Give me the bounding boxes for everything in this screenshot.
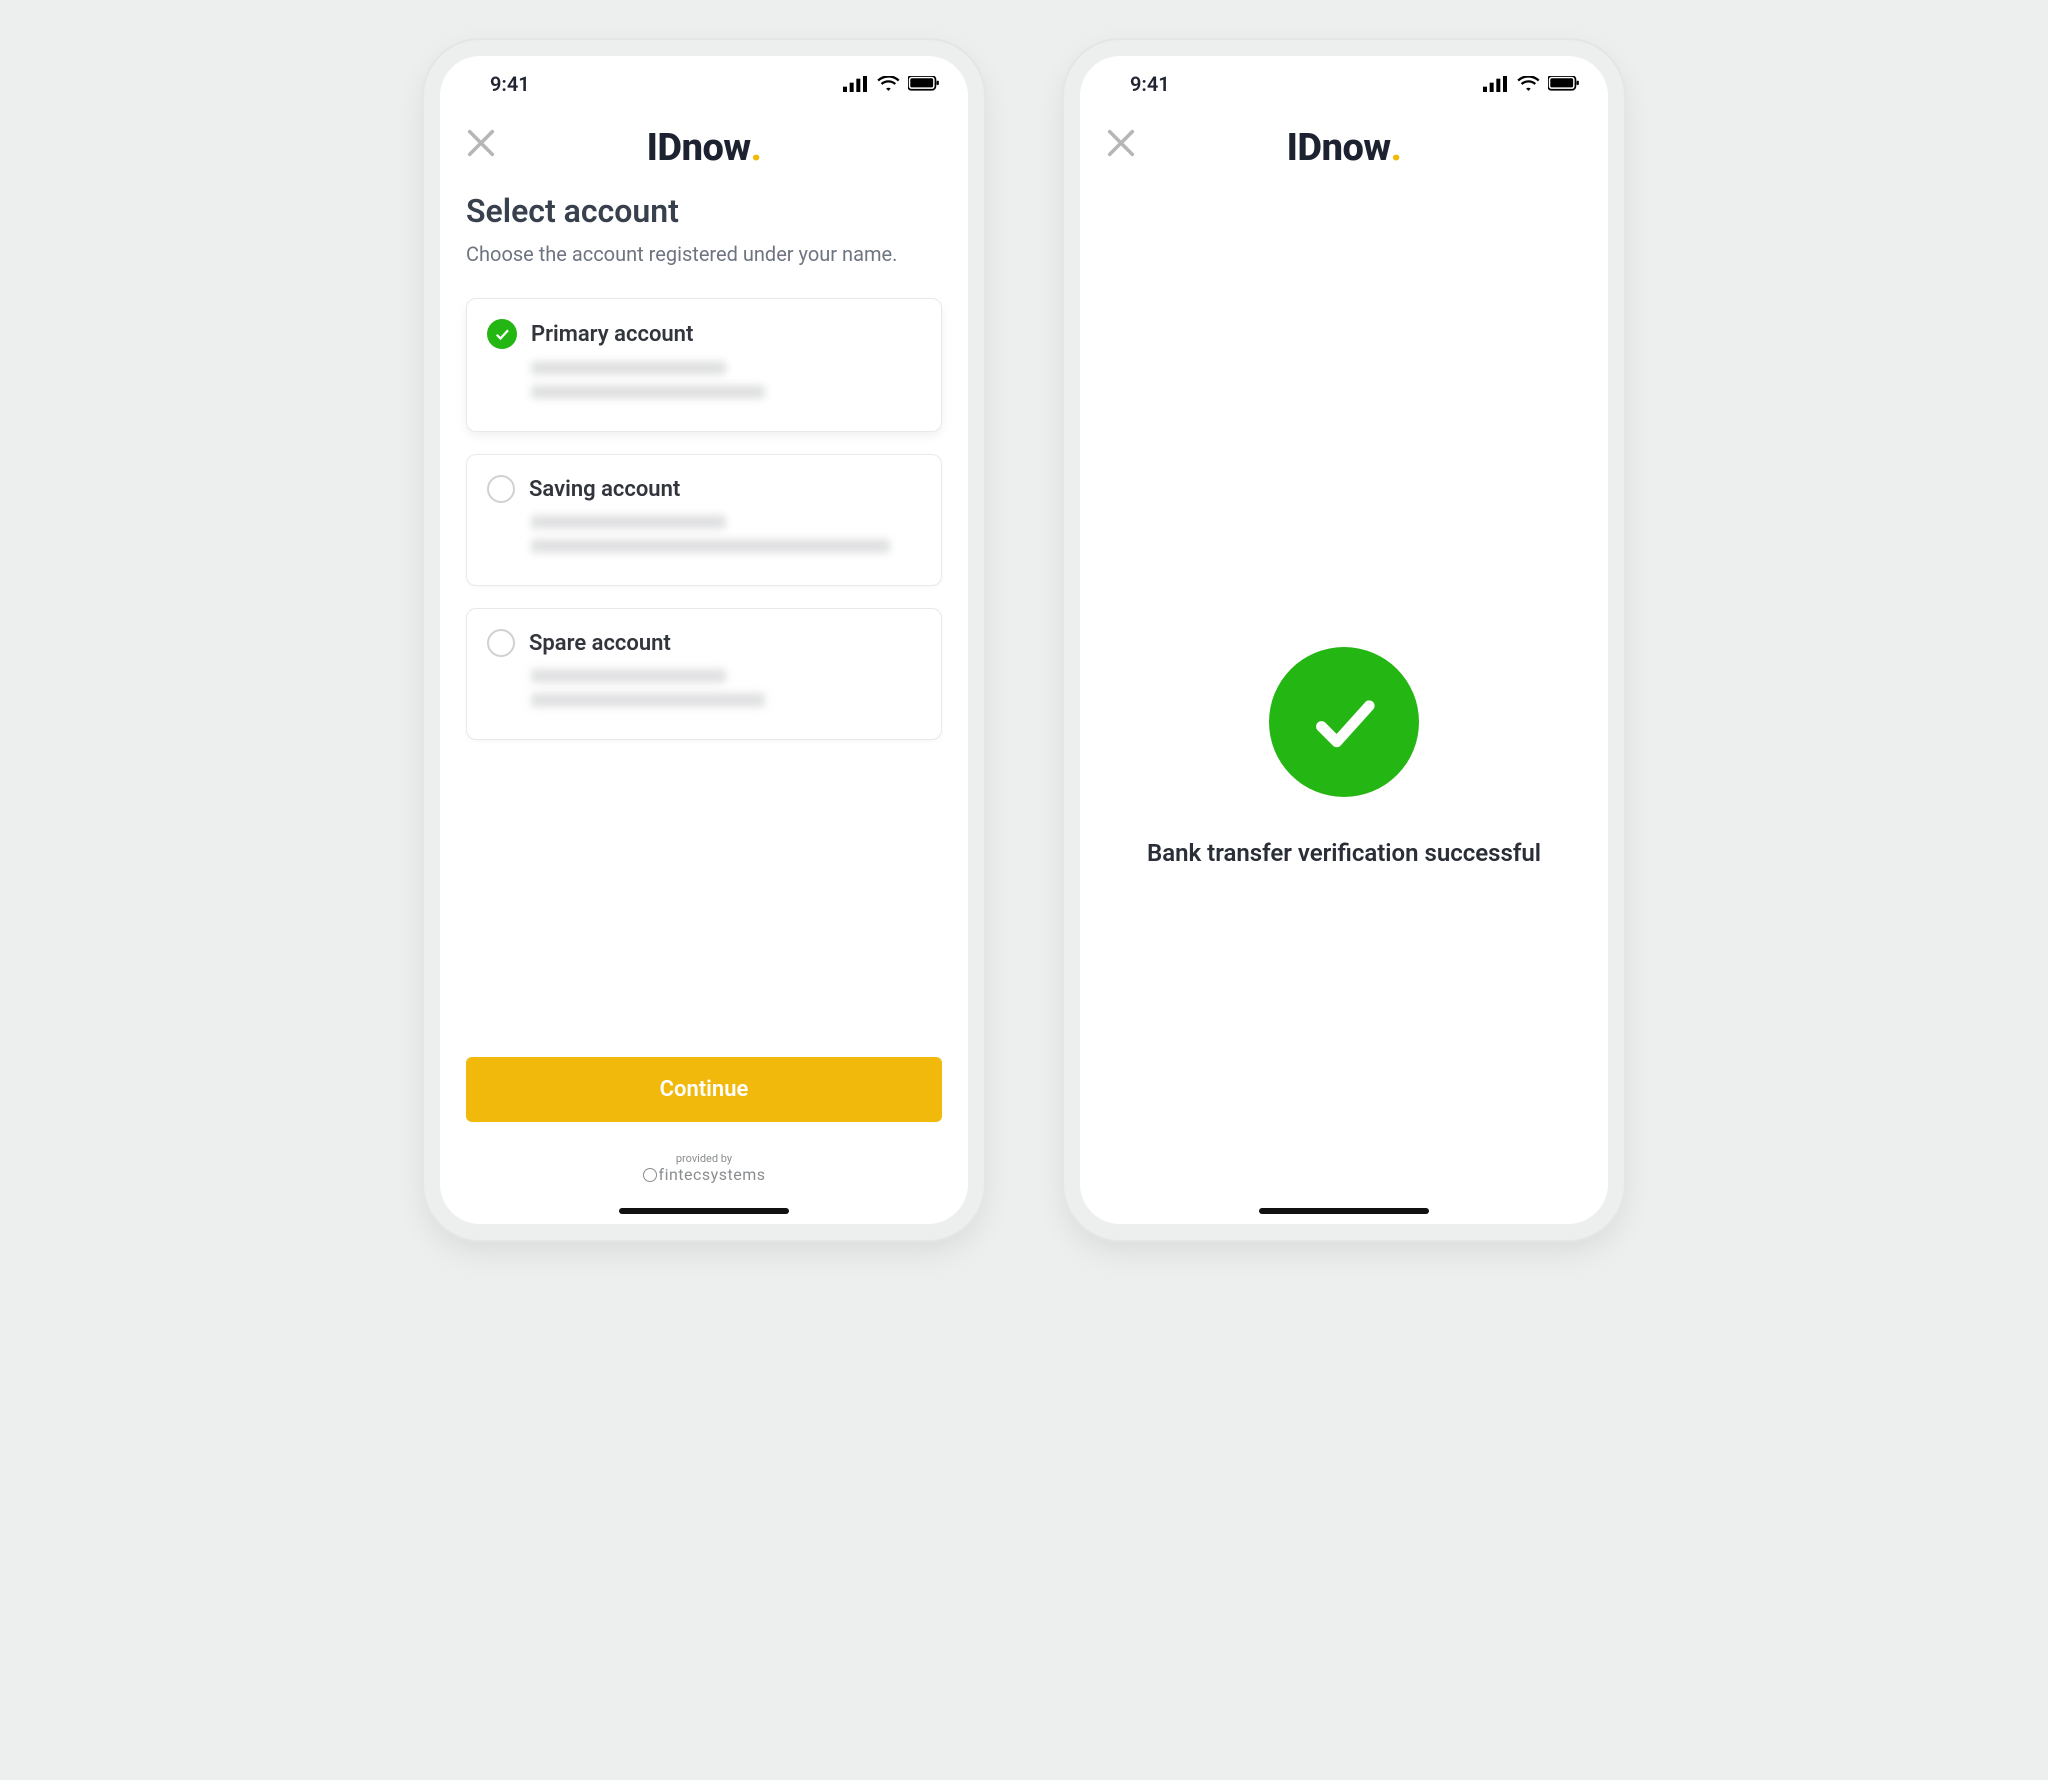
account-card-spare[interactable]: Spare account bbox=[466, 608, 942, 740]
home-indicator[interactable] bbox=[619, 1208, 789, 1214]
success-check-icon bbox=[1269, 647, 1419, 797]
status-icons bbox=[1483, 76, 1581, 92]
phone-success: 9:41 IDnow. Bank transfer verification s… bbox=[1064, 40, 1624, 1240]
brand-logo: IDnow. bbox=[1287, 126, 1402, 170]
app-header: IDnow. bbox=[1080, 112, 1608, 192]
signal-icon bbox=[1483, 76, 1510, 92]
home-indicator[interactable] bbox=[1259, 1208, 1429, 1214]
wifi-icon bbox=[1517, 76, 1540, 92]
success-content: Bank transfer verification successful bbox=[1080, 192, 1608, 1224]
provider-name: fintecsystems bbox=[466, 1165, 942, 1184]
success-message: Bank transfer verification successful bbox=[1107, 837, 1581, 869]
brand-name: IDnow bbox=[1287, 126, 1391, 170]
select-account-content: Select account Choose the account regist… bbox=[440, 192, 968, 1224]
account-card-primary[interactable]: Primary account bbox=[466, 298, 942, 432]
radio-unselected-icon bbox=[487, 475, 515, 503]
brand-logo: IDnow. bbox=[647, 126, 762, 170]
continue-button[interactable]: Continue bbox=[466, 1057, 942, 1122]
status-icons bbox=[843, 76, 941, 92]
radio-unselected-icon bbox=[487, 629, 515, 657]
account-details-redacted bbox=[531, 669, 921, 707]
page-subtitle: Choose the account registered under your… bbox=[466, 240, 942, 268]
close-icon[interactable] bbox=[464, 126, 498, 160]
wifi-icon bbox=[877, 76, 900, 92]
close-icon[interactable] bbox=[1104, 126, 1138, 160]
account-label: Saving account bbox=[529, 477, 680, 502]
account-label: Spare account bbox=[529, 631, 671, 656]
status-time: 9:41 bbox=[490, 72, 530, 96]
status-time: 9:41 bbox=[1130, 72, 1170, 96]
signal-icon bbox=[843, 76, 870, 92]
status-bar: 9:41 bbox=[1080, 56, 1608, 112]
provider-footer: provided by fintecsystems bbox=[466, 1152, 942, 1184]
brand-name: IDnow bbox=[647, 126, 751, 170]
battery-icon bbox=[1548, 76, 1580, 92]
phone-select-account: 9:41 IDnow. Select account Choose the ac… bbox=[424, 40, 984, 1240]
provided-by-label: provided by bbox=[466, 1152, 942, 1165]
account-card-saving[interactable]: Saving account bbox=[466, 454, 942, 586]
account-details-redacted bbox=[531, 515, 921, 553]
radio-selected-icon bbox=[487, 319, 517, 349]
account-details-redacted bbox=[531, 361, 921, 399]
battery-icon bbox=[908, 76, 940, 92]
account-label: Primary account bbox=[531, 322, 693, 347]
status-bar: 9:41 bbox=[440, 56, 968, 112]
app-header: IDnow. bbox=[440, 112, 968, 192]
page-title: Select account bbox=[466, 192, 942, 230]
